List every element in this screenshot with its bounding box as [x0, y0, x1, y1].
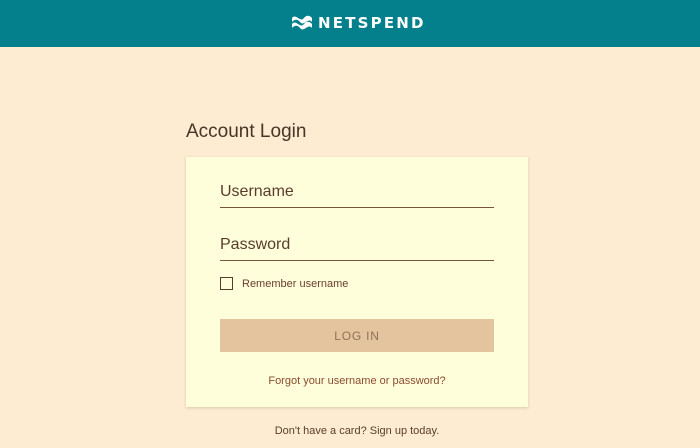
login-button[interactable]: LOG IN [220, 319, 494, 352]
netspend-logo[interactable]: NETSPEND [290, 13, 426, 33]
forgot-credentials-link[interactable]: Forgot your username or password? [268, 375, 445, 387]
username-input[interactable] [220, 177, 494, 207]
password-input[interactable] [220, 230, 494, 260]
page-title: Account Login [186, 121, 307, 142]
login-card: Remember username LOG IN Forgot your use… [186, 157, 528, 407]
password-field [220, 230, 494, 261]
remember-username-checkbox[interactable] [220, 277, 233, 290]
header-bar: NETSPEND [0, 0, 700, 47]
remember-username[interactable]: Remember username [220, 277, 348, 290]
username-field [220, 177, 494, 208]
remember-username-label[interactable]: Remember username [242, 278, 348, 290]
brand-name: NETSPEND [318, 14, 426, 32]
forgot-credentials: Forgot your username or password? [186, 375, 528, 387]
netspend-logo-icon [292, 15, 312, 30]
signup-prompt[interactable]: Don't have a card? Sign up today. [186, 425, 528, 437]
